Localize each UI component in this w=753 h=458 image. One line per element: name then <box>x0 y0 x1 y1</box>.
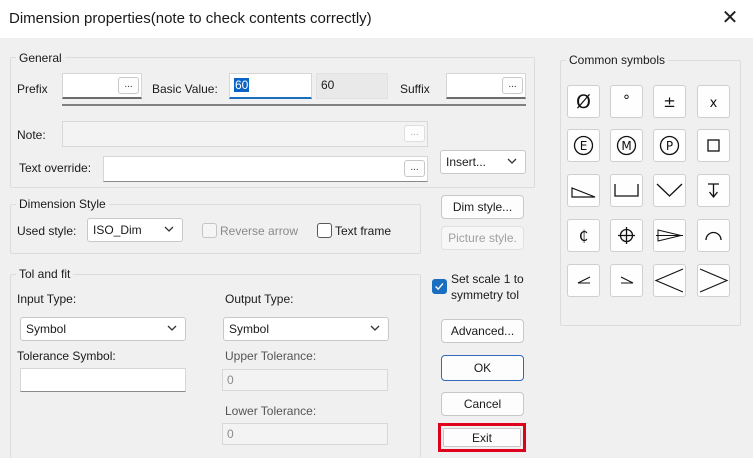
plus-minus-icon[interactable]: ± <box>653 85 686 118</box>
conical-taper-icon[interactable] <box>653 219 686 252</box>
dim-style-button[interactable]: Dim style... <box>441 195 524 219</box>
upper-tolerance-field[interactable]: 0 <box>222 369 388 391</box>
multiply-icon[interactable]: x <box>697 85 730 118</box>
title-bar: Dimension properties(note to check conte… <box>0 0 753 38</box>
exit-button[interactable]: Exit <box>443 428 521 447</box>
circled-m-icon[interactable]: M <box>610 129 643 162</box>
input-type-value: Symbol <box>26 322 67 336</box>
circled-p-icon[interactable]: P <box>653 129 686 162</box>
note-browse-button[interactable]: ... <box>404 125 425 142</box>
suffix-label: Suffix <box>400 82 430 96</box>
basic-value-display: 60 <box>316 73 388 99</box>
text-frame-checkbox[interactable] <box>317 223 332 238</box>
note-field[interactable] <box>62 121 428 147</box>
text-override-browse-button[interactable]: ... <box>404 160 425 177</box>
output-type-dropdown[interactable]: Symbol <box>223 317 389 341</box>
chevron-down-icon <box>507 158 517 164</box>
tolerance-symbol-field[interactable] <box>20 368 186 392</box>
slope-icon[interactable] <box>567 174 600 207</box>
used-style-label: Used style: <box>17 224 77 238</box>
degree-icon[interactable]: ° <box>610 85 643 118</box>
counterbore-icon[interactable] <box>610 174 643 207</box>
large-angle-right-icon[interactable] <box>697 264 730 297</box>
square-icon[interactable] <box>697 129 730 162</box>
dimension-style-legend: Dimension Style <box>16 197 109 211</box>
close-icon[interactable]: ✕ <box>718 6 742 30</box>
basic-value-field[interactable]: 60 <box>229 73 312 99</box>
ok-button[interactable]: OK <box>441 355 524 381</box>
insert-label: Insert... <box>446 155 487 169</box>
common-symbols-legend: Common symbols <box>566 53 669 67</box>
tolerance-symbol-label: Tolerance Symbol: <box>17 349 116 363</box>
text-frame-label: Text frame <box>335 224 392 238</box>
arc-icon[interactable] <box>697 219 730 252</box>
countersink-icon[interactable] <box>653 174 686 207</box>
chevron-down-icon <box>164 226 174 232</box>
output-type-label: Output Type: <box>225 292 294 306</box>
picture-style-button[interactable]: Picture style. <box>441 226 524 250</box>
input-type-label: Input Type: <box>17 292 77 306</box>
crosshair-icon[interactable] <box>610 219 643 252</box>
basic-value-label: Basic Value: <box>152 82 218 96</box>
basic-value-selection: 60 <box>234 78 250 92</box>
suffix-browse-button[interactable]: ... <box>502 77 523 94</box>
lower-tolerance-field[interactable]: 0 <box>222 423 388 445</box>
used-style-dropdown[interactable]: ISO_Dim <box>87 218 183 242</box>
chevron-down-icon <box>167 325 177 331</box>
note-label: Note: <box>17 128 46 142</box>
diameter-glyph: Ø <box>576 91 591 113</box>
tol-and-fit-legend: Tol and fit <box>16 267 74 281</box>
set-scale-label-line2: symmetry tol <box>451 288 520 302</box>
circled-p-glyph: P <box>666 139 673 153</box>
output-type-value: Symbol <box>229 322 270 336</box>
reverse-arrow-checkbox[interactable] <box>202 223 217 238</box>
set-scale-label-line1: Set scale 1 to <box>451 272 524 286</box>
advanced-button[interactable]: Advanced... <box>441 319 524 343</box>
plus-minus-glyph: ± <box>663 93 676 111</box>
upper-tolerance-label: Upper Tolerance: <box>225 349 317 363</box>
centerline-glyph: ₵ <box>579 227 589 245</box>
reverse-arrow-label: Reverse arrow <box>220 224 299 238</box>
cancel-button[interactable]: Cancel <box>441 392 524 416</box>
general-legend: General <box>16 51 65 65</box>
circled-e-glyph: E <box>580 139 588 153</box>
degree-glyph: ° <box>623 93 630 109</box>
general-separator <box>62 104 526 106</box>
diameter-icon[interactable]: Ø <box>567 85 600 118</box>
prefix-browse-button[interactable]: ... <box>118 77 139 94</box>
lower-tolerance-label: Lower Tolerance: <box>225 404 317 418</box>
window-title: Dimension properties(note to check conte… <box>9 10 372 27</box>
set-scale-checkbox[interactable] <box>432 279 447 294</box>
circled-m-glyph: M <box>621 139 631 153</box>
small-angle-right-icon[interactable] <box>610 264 643 297</box>
insert-dropdown[interactable]: Insert... <box>440 150 526 174</box>
circled-e-icon[interactable]: E <box>567 129 600 162</box>
small-angle-left-icon[interactable] <box>567 264 600 297</box>
input-type-dropdown[interactable]: Symbol <box>20 317 186 341</box>
multiply-glyph: x <box>710 96 718 111</box>
text-override-field[interactable] <box>103 156 428 182</box>
large-angle-left-icon[interactable] <box>653 264 686 297</box>
depth-icon[interactable] <box>697 174 730 207</box>
text-override-label: Text override: <box>19 161 92 175</box>
checkmark-icon <box>435 283 444 291</box>
used-style-value: ISO_Dim <box>93 223 142 237</box>
prefix-label: Prefix <box>17 82 48 96</box>
centerline-icon[interactable]: ₵ <box>567 219 600 252</box>
chevron-down-icon <box>370 325 380 331</box>
